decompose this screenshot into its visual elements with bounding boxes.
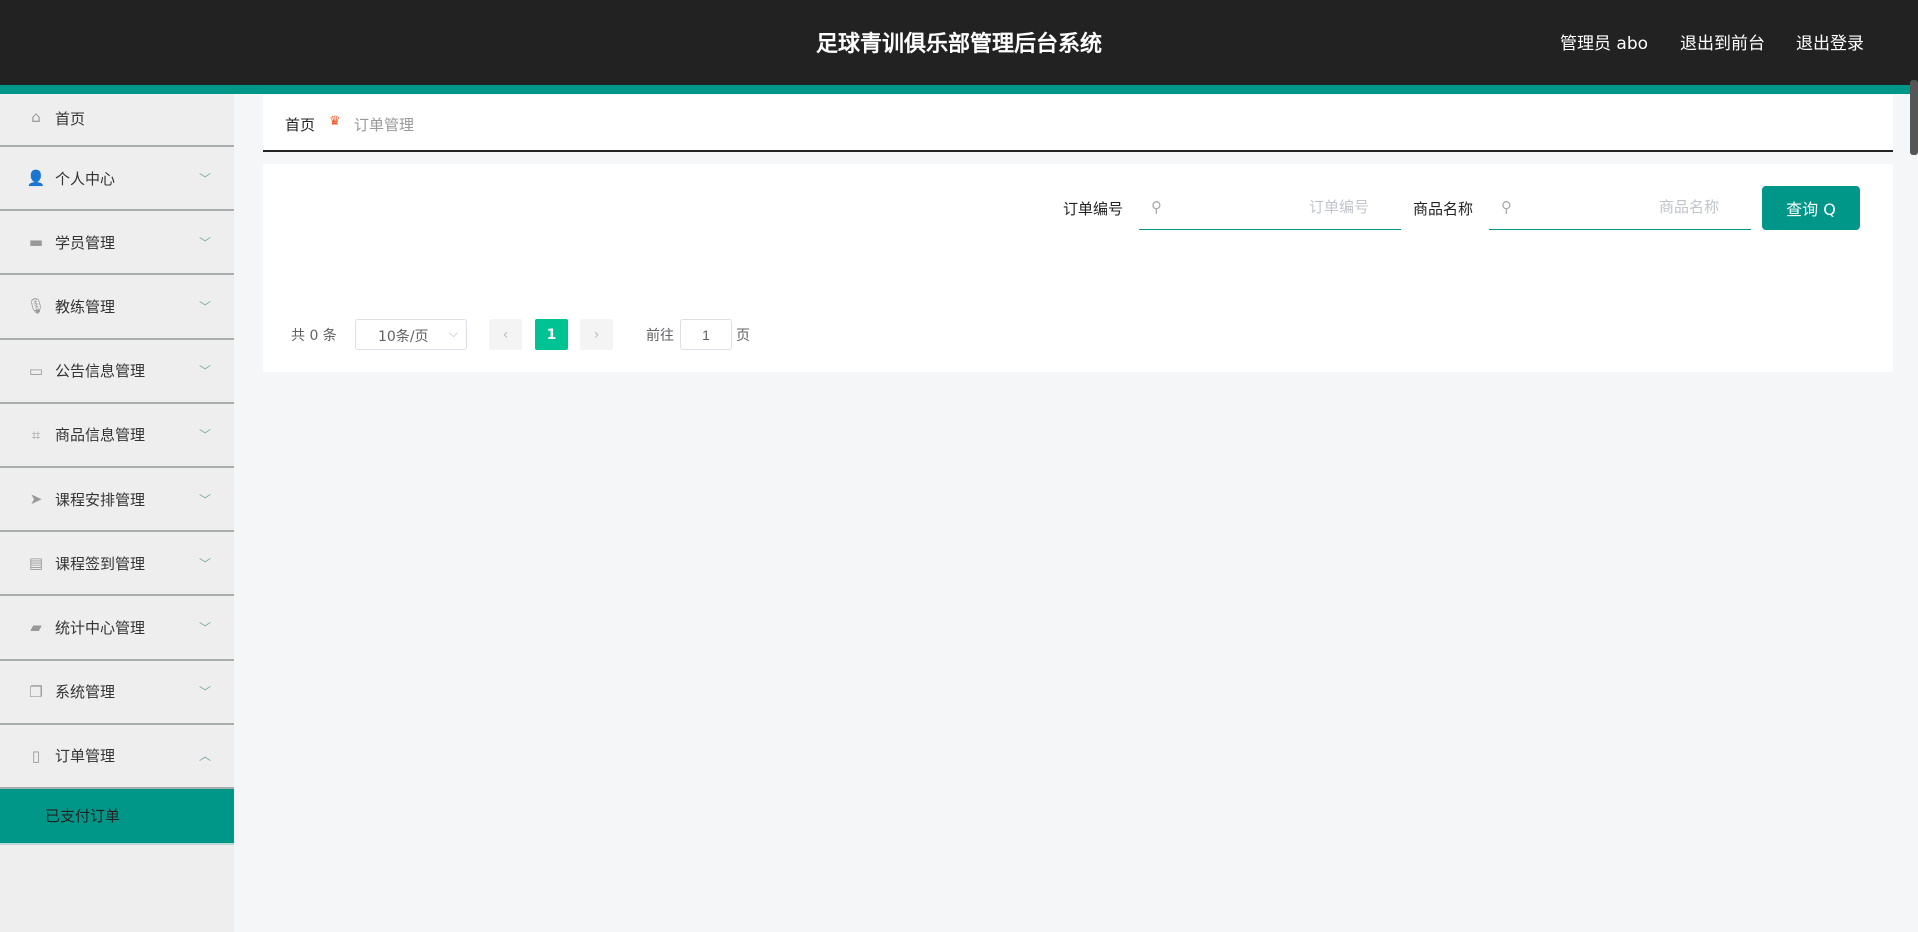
sidebar-item[interactable]: ⌂ 首页	[0, 94, 234, 147]
product-name-field[interactable]: ⚲	[1489, 186, 1751, 230]
chevron-down-icon: ﹀	[199, 685, 212, 700]
sidebar: ⌂ 首页 👤 个人中心 ﹀ ▬ 学员管理 ﹀ 🎙 教练管理 ﹀ ▭ 公告信息管理 ﹀ ⌗ 商品信息管理 ﹀ ➤ 课程…	[0, 94, 234, 932]
product-name-input[interactable]	[1489, 186, 1751, 229]
chevron-down-icon: ﹀	[199, 235, 212, 250]
sidebar-item[interactable]: ▭ 公告信息管理 ﹀	[0, 340, 234, 404]
sidebar-item-label: 统计中心管理	[55, 618, 146, 637]
breadcrumb-current: 订单管理	[354, 116, 415, 134]
sidebar-item-label: 商品信息管理	[55, 426, 146, 445]
chevron-down-icon: ⌵	[448, 326, 458, 340]
header-accent-bar	[0, 85, 1918, 94]
sidebar-item[interactable]: ⌗ 商品信息管理 ﹀	[0, 404, 234, 468]
page-number-current[interactable]: 1	[535, 319, 568, 350]
sidebar-item[interactable]: 🎙 教练管理 ﹀	[0, 275, 234, 340]
sidebar-item-label: 首页	[55, 110, 86, 128]
microphone-icon: 🎙	[26, 297, 46, 316]
top-header: 足球青训俱乐部管理后台系统 管理员 abo 退出到前台 退出登录	[0, 0, 1918, 85]
prev-page-button[interactable]: ‹	[489, 319, 522, 350]
admin-user-link[interactable]: 管理员 abo	[1560, 29, 1648, 54]
sidebar-item-label: 个人中心	[55, 169, 116, 188]
total-count: 共 0 条	[291, 328, 337, 344]
sidebar-subitem-paid-orders[interactable]: 已支付订单	[0, 788, 234, 845]
briefcase-icon: ▬	[28, 233, 44, 252]
order-number-label: 订单编号	[1063, 200, 1124, 218]
sidebar-item-label: 系统管理	[55, 683, 116, 702]
page-size-value: 10条/页	[378, 329, 429, 345]
ticket-icon: ▰	[30, 618, 42, 637]
chevron-down-icon: ﹀	[199, 299, 212, 314]
sidebar-item[interactable]: ❐ 系统管理 ﹀	[0, 661, 234, 725]
crop-icon: ⌗	[31, 425, 41, 444]
sidebar-item-label: 课程安排管理	[55, 490, 146, 509]
copy-icon: ❐	[29, 682, 43, 701]
next-page-button[interactable]: ›	[580, 319, 613, 350]
sidebar-item-label: 学员管理	[55, 233, 116, 252]
sidebar-item[interactable]: ▰ 统计中心管理 ﹀	[0, 596, 234, 661]
sidebar-item[interactable]: ➤ 课程安排管理 ﹀	[0, 468, 234, 533]
goto-page-input[interactable]	[680, 319, 732, 350]
sidebar-item-label: 公告信息管理	[55, 362, 146, 381]
goto-label: 前往	[646, 328, 674, 344]
crown-icon: ♛	[329, 114, 341, 129]
sidebar-item-label: 教练管理	[55, 297, 116, 316]
order-number-field[interactable]: ⚲	[1139, 186, 1401, 230]
query-button[interactable]: 查询 Q	[1762, 186, 1860, 230]
logout-link[interactable]: 退出登录	[1796, 29, 1864, 54]
sidebar-item[interactable]: 👤 个人中心 ﹀	[0, 147, 234, 212]
sidebar-item[interactable]: ▯ 订单管理 ︿	[0, 725, 234, 789]
product-name-label: 商品名称	[1413, 200, 1474, 218]
chevron-down-icon: ﹀	[199, 492, 212, 507]
breadcrumb: 首页 ♛ 订单管理	[263, 95, 1893, 152]
chevron-down-icon: ﹀	[199, 556, 212, 571]
sidebar-item[interactable]: ▬ 学员管理 ﹀	[0, 211, 234, 276]
page-size-select[interactable]: 10条/页 ⌵	[355, 319, 467, 350]
send-icon: ➤	[29, 490, 43, 509]
chevron-down-icon: ﹀	[199, 364, 212, 379]
chevron-up-icon: ︿	[199, 749, 212, 764]
phone-icon: ▯	[31, 746, 41, 765]
exit-to-front-link[interactable]: 退出到前台	[1680, 29, 1765, 54]
message-icon: ▭	[28, 361, 44, 380]
chevron-down-icon: ﹀	[199, 620, 212, 635]
clipboard-icon: ▤	[28, 554, 44, 573]
page-unit-label: 页	[736, 328, 750, 344]
scrollbar[interactable]	[1910, 80, 1918, 155]
home-icon: ⌂	[31, 108, 41, 126]
order-number-input[interactable]	[1139, 186, 1401, 229]
breadcrumb-home[interactable]: 首页	[285, 114, 315, 135]
chevron-down-icon: ﹀	[199, 428, 212, 443]
sidebar-item[interactable]: ▤ 课程签到管理 ﹀	[0, 532, 234, 597]
sidebar-item-label: 订单管理	[55, 747, 116, 766]
user-icon: 👤	[26, 169, 46, 188]
sidebar-item-label: 课程签到管理	[55, 554, 146, 573]
chevron-down-icon: ﹀	[199, 171, 212, 186]
